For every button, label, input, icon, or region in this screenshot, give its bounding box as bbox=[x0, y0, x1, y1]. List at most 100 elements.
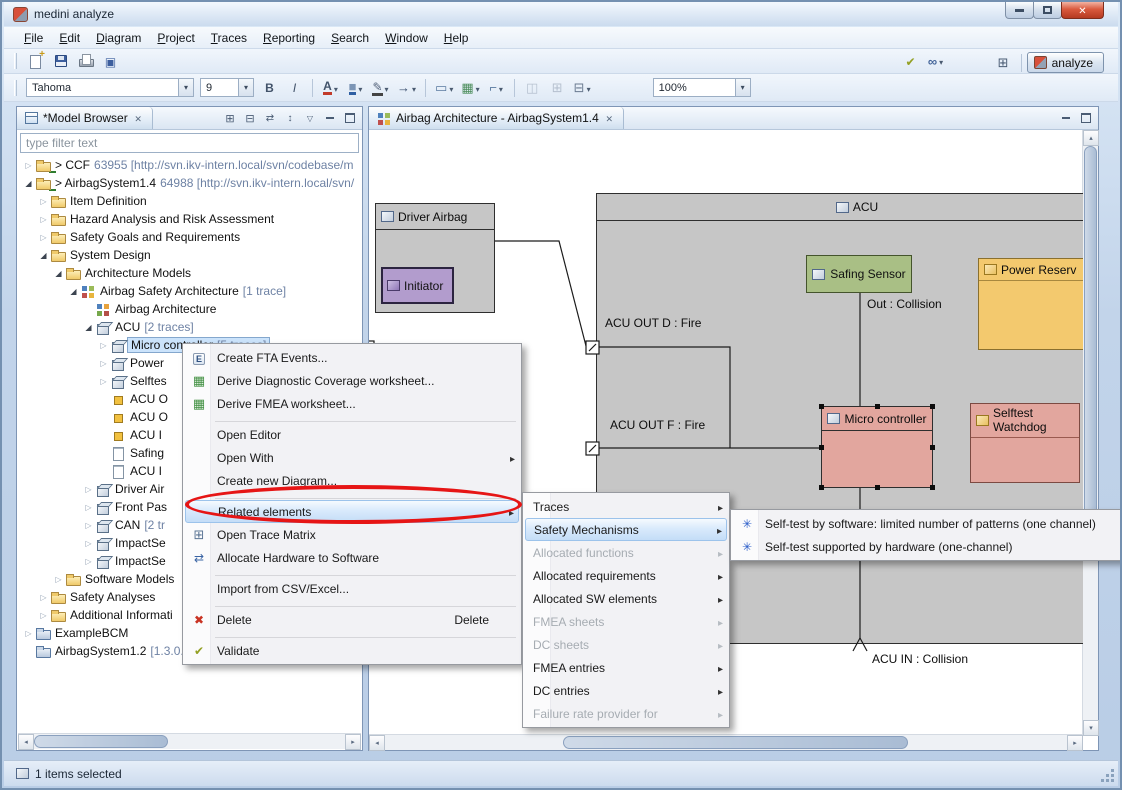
menubar-item[interactable]: Reporting bbox=[255, 28, 323, 48]
scroll-left-icon[interactable] bbox=[369, 735, 385, 751]
perspective-analyze-button[interactable]: analyze bbox=[1027, 52, 1104, 73]
maximize-button[interactable] bbox=[1033, 2, 1062, 19]
tree-expand-arrow-icon[interactable] bbox=[82, 521, 95, 530]
font-color-button[interactable]: A bbox=[319, 77, 342, 98]
sort-button[interactable] bbox=[281, 109, 299, 127]
tree-expand-arrow-icon[interactable] bbox=[52, 269, 65, 278]
select-mode-button[interactable] bbox=[432, 77, 456, 98]
label-acu-out-f[interactable]: ACU OUT F : Fire bbox=[610, 418, 705, 432]
menubar-item[interactable]: Diagram bbox=[88, 28, 149, 48]
label-acu-in[interactable]: ACU IN : Collision bbox=[872, 652, 968, 666]
block-selftest-watchdog[interactable]: Selftest Watchdog bbox=[970, 403, 1080, 483]
scrollbar-track[interactable] bbox=[1083, 146, 1098, 720]
tree-item[interactable]: Architecture Models bbox=[18, 264, 361, 282]
fill-color-button[interactable] bbox=[344, 77, 367, 98]
editor-vscrollbar[interactable] bbox=[1082, 130, 1098, 736]
grid-toggle-button[interactable] bbox=[571, 77, 594, 98]
menubar-item[interactable]: Help bbox=[436, 28, 477, 48]
selection-handle[interactable] bbox=[819, 445, 824, 450]
zoom-select[interactable]: 100% bbox=[653, 78, 751, 97]
selection-handle[interactable] bbox=[875, 485, 880, 490]
minimize-view-button[interactable] bbox=[321, 109, 339, 127]
tree-expand-arrow-icon[interactable] bbox=[82, 539, 95, 548]
safety-mechanism-item[interactable]: Self-test by software: limited number of… bbox=[733, 512, 1122, 535]
tree-expand-arrow-icon[interactable] bbox=[67, 287, 80, 296]
menubar-item[interactable]: File bbox=[16, 28, 51, 48]
selection-handle[interactable] bbox=[819, 485, 824, 490]
tree-expand-arrow-icon[interactable] bbox=[37, 233, 50, 242]
tree-expand-arrow-icon[interactable] bbox=[82, 503, 95, 512]
context-menu-item[interactable]: Derive FMEA worksheet... bbox=[185, 392, 519, 415]
tree-item[interactable]: > AirbagSystem1.4 64988 [http://svn.ikv-… bbox=[18, 174, 361, 192]
context-menu-item[interactable]: Import from CSV/Excel... bbox=[185, 577, 519, 600]
font-size-select[interactable]: 9 bbox=[200, 78, 254, 97]
block-driver-airbag[interactable]: Driver Airbag Initiator bbox=[375, 203, 495, 313]
link-with-editor-button[interactable] bbox=[261, 109, 279, 127]
minimize-view-button[interactable] bbox=[1057, 109, 1075, 127]
tree-item[interactable]: Hazard Analysis and Risk Assessment bbox=[18, 210, 361, 228]
submenu-item[interactable]: Failure rate provider for bbox=[525, 702, 727, 725]
trace-link-button[interactable] bbox=[924, 51, 947, 72]
context-menu-item[interactable]: Delete Delete bbox=[185, 608, 519, 631]
block-initiator[interactable]: Initiator bbox=[381, 267, 454, 304]
tree-expand-arrow-icon[interactable] bbox=[97, 341, 110, 350]
tree-expand-arrow-icon[interactable] bbox=[37, 593, 50, 602]
menubar-item[interactable]: Search bbox=[323, 28, 377, 48]
scroll-right-icon[interactable] bbox=[345, 734, 361, 750]
model-browser-hscrollbar[interactable] bbox=[18, 733, 361, 749]
scroll-right-icon[interactable] bbox=[1067, 735, 1083, 751]
context-menu-item[interactable]: Open Editor bbox=[185, 423, 519, 446]
menubar-item[interactable]: Traces bbox=[203, 28, 255, 48]
context-menu-item[interactable]: Create new Diagram... bbox=[185, 469, 519, 492]
submenu-item[interactable]: Allocated SW elements bbox=[525, 587, 727, 610]
tree-item[interactable]: ACU [2 traces] bbox=[18, 318, 361, 336]
submenu-item[interactable]: DC sheets bbox=[525, 633, 727, 656]
save-all-button[interactable] bbox=[99, 51, 122, 72]
tree-expand-arrow-icon[interactable] bbox=[37, 251, 50, 260]
scrollbar-track[interactable] bbox=[385, 735, 1067, 750]
menubar-item[interactable]: Edit bbox=[51, 28, 88, 48]
tree-expand-arrow-icon[interactable] bbox=[82, 323, 95, 332]
editor-hscrollbar[interactable] bbox=[369, 734, 1083, 750]
maximize-view-button[interactable] bbox=[341, 109, 359, 127]
context-menu-item[interactable]: Allocate Hardware to Software bbox=[185, 546, 519, 569]
scrollbar-thumb[interactable] bbox=[1084, 146, 1097, 523]
new-button[interactable] bbox=[24, 51, 47, 72]
view-menu-button[interactable] bbox=[301, 109, 319, 127]
selection-handle[interactable] bbox=[819, 404, 824, 409]
tree-expand-arrow-icon[interactable] bbox=[37, 611, 50, 620]
label-acu-out-d[interactable]: ACU OUT D : Fire bbox=[605, 316, 701, 330]
scroll-down-icon[interactable] bbox=[1083, 720, 1099, 736]
print-button[interactable] bbox=[74, 51, 97, 72]
tree-item[interactable]: > CCF 63955 [http://svn.ikv-intern.local… bbox=[18, 156, 361, 174]
model-browser-tab[interactable]: *Model Browser bbox=[17, 107, 153, 129]
label-out-collision[interactable]: Out : Collision bbox=[867, 297, 942, 311]
context-menu-item[interactable]: Related elements bbox=[185, 500, 519, 523]
dropdown-caret-icon[interactable] bbox=[238, 79, 253, 96]
font-family-select[interactable]: Tahoma bbox=[26, 78, 194, 97]
tree-expand-arrow-icon[interactable] bbox=[22, 179, 35, 188]
block-safing-sensor[interactable]: Safing Sensor bbox=[806, 255, 912, 293]
selection-handle[interactable] bbox=[875, 404, 880, 409]
tree-item[interactable]: Safety Goals and Requirements bbox=[18, 228, 361, 246]
tree-expand-arrow-icon[interactable] bbox=[37, 215, 50, 224]
selection-handle[interactable] bbox=[930, 404, 935, 409]
context-menu-item[interactable] bbox=[215, 416, 516, 422]
context-menu-item[interactable] bbox=[215, 493, 516, 499]
connector-style-button[interactable] bbox=[394, 77, 419, 98]
context-menu-item[interactable]: Open Trace Matrix bbox=[185, 523, 519, 546]
line-style-button[interactable] bbox=[369, 77, 392, 98]
open-perspective-button[interactable] bbox=[992, 52, 1015, 73]
submenu-item[interactable]: Safety Mechanisms bbox=[525, 518, 727, 541]
submenu-item[interactable]: DC entries bbox=[525, 679, 727, 702]
expand-all-button[interactable] bbox=[221, 109, 239, 127]
tree-item[interactable]: Airbag Architecture bbox=[18, 300, 361, 318]
context-menu-item[interactable] bbox=[215, 601, 516, 607]
context-menu-item[interactable]: Create FTA Events... bbox=[185, 346, 519, 369]
block-micro-controller[interactable]: Micro controller bbox=[821, 406, 933, 488]
selection-handle[interactable] bbox=[930, 485, 935, 490]
tree-expand-arrow-icon[interactable] bbox=[82, 485, 95, 494]
close-tab-icon[interactable] bbox=[604, 111, 615, 125]
menubar-item[interactable]: Project bbox=[149, 28, 202, 48]
menubar-item[interactable]: Window bbox=[377, 28, 436, 48]
